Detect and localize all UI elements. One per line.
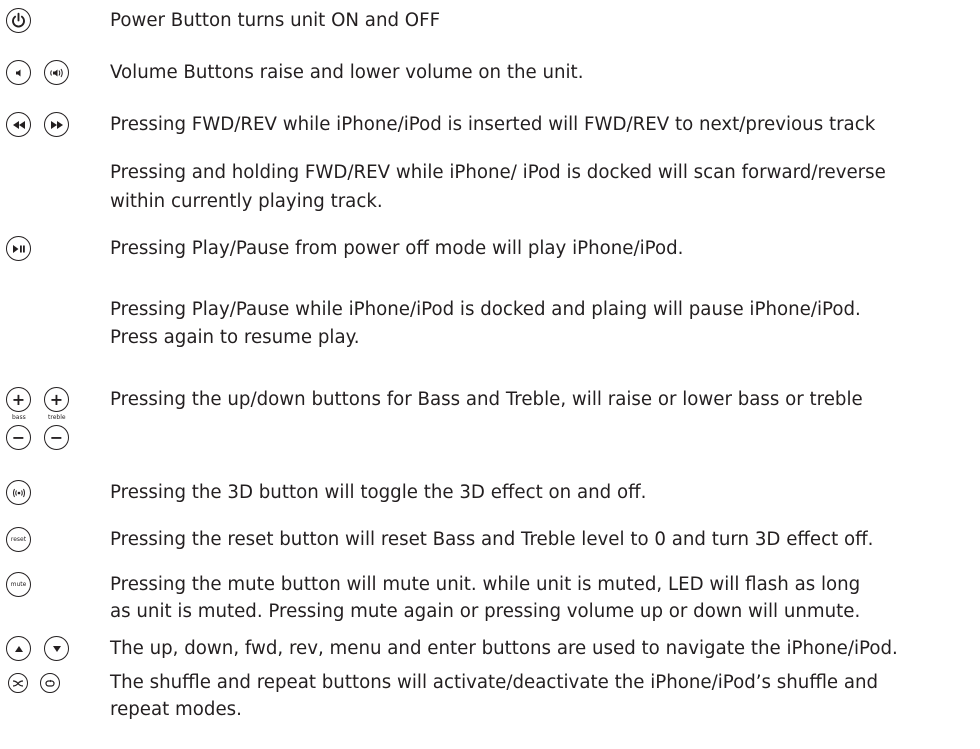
pause-description-2: Press again to resume play. <box>110 327 360 348</box>
down-button[interactable] <box>44 636 69 661</box>
shuffle-repeat-description-2: repeat modes. <box>110 699 242 720</box>
shuffle-icon <box>12 679 24 687</box>
bass-down-icon: − <box>11 427 26 447</box>
volume-description: Volume Buttons raise and lower volume on… <box>110 62 584 83</box>
shuffle-repeat-description: The shuffle and repeat buttons will acti… <box>110 672 879 693</box>
reset-icon: reset <box>10 535 27 543</box>
volume-down-icon <box>15 69 20 76</box>
treble-up-button[interactable]: + <box>44 387 69 412</box>
power-description: Power Button turns unit ON and OFF <box>110 10 441 31</box>
3d-description: Pressing the 3D button will toggle the 3… <box>110 482 647 503</box>
3d-icon <box>12 488 25 497</box>
fast-forward-icon <box>50 120 63 129</box>
bass-down-button[interactable]: − <box>6 425 31 450</box>
reset-description: Pressing the reset button will reset Bas… <box>110 529 874 550</box>
shuffle-button[interactable] <box>8 673 28 693</box>
bass-treble-description: Pressing the up/down buttons for Bass an… <box>110 389 863 410</box>
fwd-rev-description: Pressing FWD/REV while iPhone/iPod is in… <box>110 114 876 135</box>
play-pause-description: Pressing Play/Pause from power off mode … <box>110 238 684 259</box>
rewind-icon <box>12 120 25 129</box>
play-pause-icon <box>12 244 25 253</box>
pause-description: Pressing Play/Pause while iPhone/iPod is… <box>110 299 861 320</box>
navigation-description: The up, down, fwd, rev, menu and enter b… <box>110 638 898 659</box>
treble-down-icon: − <box>49 427 64 447</box>
bass-label: bass <box>12 414 26 421</box>
treble-label: treble <box>48 414 66 421</box>
treble-up-icon: + <box>49 389 64 409</box>
repeat-icon <box>45 679 55 687</box>
mute-description-2: as unit is muted. Pressing mute again or… <box>110 601 861 622</box>
mute-button[interactable]: mute <box>6 572 31 597</box>
volume-down-button[interactable] <box>6 60 31 85</box>
play-pause-button[interactable] <box>6 236 31 261</box>
bass-up-button[interactable]: + <box>6 387 31 412</box>
bass-up-icon: + <box>11 389 26 409</box>
volume-up-icon <box>49 68 63 77</box>
mute-description: Pressing the mute button will mute unit.… <box>110 574 861 595</box>
repeat-button[interactable] <box>40 673 60 693</box>
treble-down-button[interactable]: − <box>44 425 69 450</box>
volume-up-button[interactable] <box>44 60 69 85</box>
fast-forward-button[interactable] <box>44 112 69 137</box>
hold-fwd-rev-description: Pressing and holding FWD/REV while iPhon… <box>110 162 886 183</box>
3d-button[interactable] <box>6 480 31 505</box>
up-button[interactable] <box>6 636 31 661</box>
rewind-button[interactable] <box>6 112 31 137</box>
up-icon <box>14 645 23 652</box>
power-button[interactable] <box>6 8 31 33</box>
hold-fwd-rev-description-2: within currently playing track. <box>110 191 383 212</box>
reset-button[interactable]: reset <box>6 527 31 552</box>
down-icon <box>52 645 61 652</box>
power-icon <box>12 12 25 28</box>
mute-icon: mute <box>10 580 27 588</box>
